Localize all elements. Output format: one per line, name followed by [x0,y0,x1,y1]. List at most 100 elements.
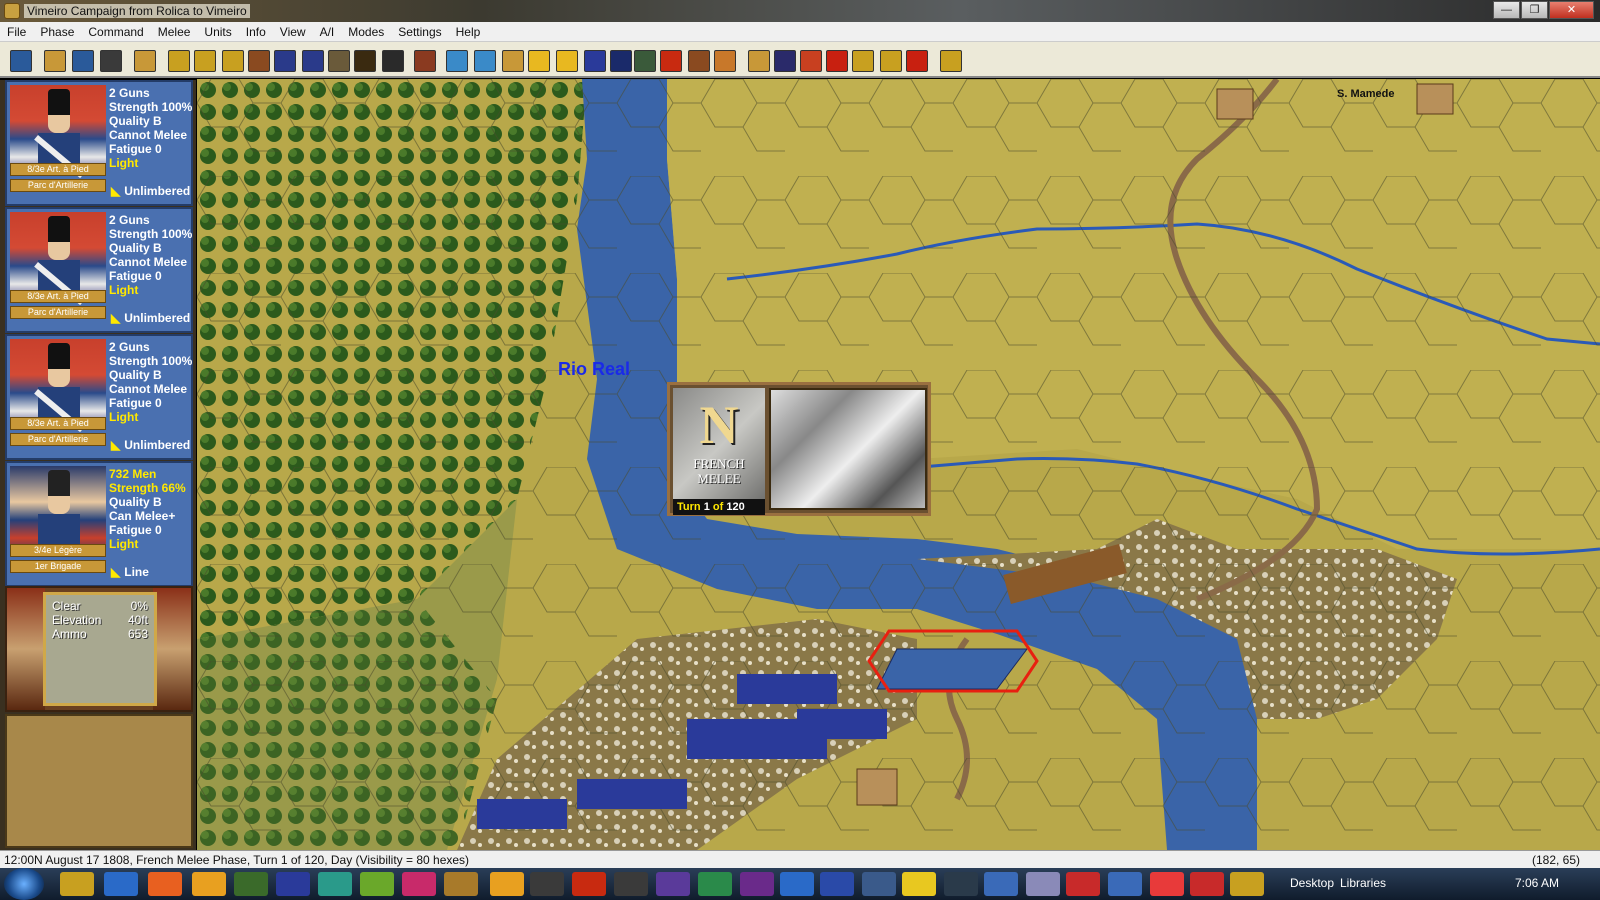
lc-icon[interactable] [780,872,814,896]
windows-taskbar: Desktop Libraries 7:06 AM [0,868,1600,900]
star-icon[interactable] [556,50,578,72]
menu-bar: File Phase Command Melee Units Info View… [0,22,1600,42]
fc-icon[interactable] [530,872,564,896]
target-icon[interactable] [826,50,848,72]
ring-icon[interactable] [880,50,902,72]
desktop-toolbar[interactable]: Desktop [1290,876,1334,890]
portrait-icon[interactable] [414,50,436,72]
explorer2-icon[interactable] [902,872,936,896]
photoshop-icon[interactable] [276,872,310,896]
building [856,768,898,806]
cp-icon[interactable] [698,872,732,896]
window-controls: — ❐ ✕ [1493,1,1594,19]
msn-icon[interactable] [862,872,896,896]
terrain-icon[interactable] [328,50,350,72]
weather-icon[interactable] [1108,872,1142,896]
firefox-icon[interactable] [148,872,182,896]
system-clock[interactable]: 7:06 AM [1515,876,1559,890]
minimize-button[interactable]: — [1493,1,1520,19]
fire-icon[interactable] [800,50,822,72]
menu-phase[interactable]: Phase [33,22,81,41]
menu-info[interactable]: Info [239,22,273,41]
list-icon[interactable] [502,50,524,72]
terrain-minimap[interactable]: Clear 0% Elevation 40ft Ammo 653 [43,592,157,706]
road-icon[interactable] [634,50,656,72]
help-icon[interactable] [940,50,962,72]
app-icon[interactable] [192,872,226,896]
word-icon[interactable] [820,872,854,896]
clock-icon[interactable] [774,50,796,72]
flag-icon[interactable] [584,50,606,72]
status-bar: 12:00N August 17 1808, French Melee Phas… [0,850,1600,868]
unit-icon[interactable] [222,50,244,72]
menu-melee[interactable]: Melee [151,22,198,41]
token-icon[interactable] [748,50,770,72]
game-icon[interactable] [1150,872,1184,896]
open-icon[interactable] [72,50,94,72]
menu-file[interactable]: File [0,22,33,41]
moon-icon[interactable] [382,50,404,72]
night-icon[interactable] [354,50,376,72]
menu-command[interactable]: Command [81,22,150,41]
ie-icon[interactable] [104,872,138,896]
menu-help[interactable]: Help [449,22,488,41]
fb-icon[interactable] [614,872,648,896]
zoom-in-icon[interactable] [446,50,468,72]
indesign-icon[interactable] [402,872,436,896]
disk-icon[interactable] [100,50,122,72]
menu-modes[interactable]: Modes [341,22,391,41]
unit-formation: ◣ Unlimbered [111,184,191,198]
unit-stats: 2 Guns Strength 100% Quality B Cannot Melee… [109,213,193,297]
unit-icon[interactable] [194,50,216,72]
overlay-icon[interactable] [714,50,736,72]
save-icon[interactable] [44,50,66,72]
unit-icon[interactable] [168,50,190,72]
crosshair-icon[interactable] [660,50,682,72]
napoleon-icon[interactable] [1230,872,1264,896]
menu-view[interactable]: View [273,22,313,41]
dreamweaver-icon[interactable] [234,872,268,896]
formation-icon: ◣ [111,438,121,452]
app-icon[interactable] [4,3,20,19]
start-button[interactable] [4,868,44,900]
unit-card-3[interactable]: 8/3e Art. à Pied Parc d'Artillerie 2 Gun… [5,334,193,460]
unit-card-2[interactable]: 8/3e Art. à Pied Parc d'Artillerie 2 Gun… [5,207,193,333]
coin-icon[interactable] [528,50,550,72]
rec-icon[interactable] [1066,872,1100,896]
notes-icon[interactable] [984,872,1018,896]
menu-settings[interactable]: Settings [391,22,448,41]
stop-icon[interactable] [906,50,928,72]
steam-icon[interactable] [944,872,978,896]
illustrator-icon[interactable] [490,872,524,896]
info-icon[interactable] [134,50,156,72]
libraries-toolbar[interactable]: Libraries [1340,876,1386,890]
d-icon[interactable] [852,50,874,72]
center-map-icon[interactable] [10,50,32,72]
video-icon[interactable] [740,872,774,896]
phase-line-1: FRENCH [693,456,745,471]
unit-parent: Parc d'Artillerie [10,179,106,192]
fireworks-icon[interactable] [360,872,394,896]
close-button[interactable]: ✕ [1549,1,1594,19]
map-icon[interactable] [688,50,710,72]
grid-icon[interactable] [302,50,324,72]
bridge-icon[interactable] [444,872,478,896]
target-icon[interactable] [274,50,296,72]
maximize-button[interactable]: ❐ [1521,1,1548,19]
terrain-type-value: 0% [130,599,148,613]
leader-icon[interactable] [248,50,270,72]
itunes-icon[interactable] [1190,872,1224,896]
menu-units[interactable]: Units [197,22,238,41]
unit-card-1[interactable]: 8/3e Art. à Pied Parc d'Artillerie 2 Gun… [5,80,193,206]
acrobat-icon[interactable] [572,872,606,896]
dw-icon[interactable] [318,872,352,896]
calc-icon[interactable] [1026,872,1060,896]
status-text: 12:00N August 17 1808, French Melee Phas… [4,853,470,867]
arch-icon[interactable] [610,50,632,72]
zoom-out-icon[interactable] [474,50,496,72]
vs-icon[interactable] [656,872,690,896]
menu-ai[interactable]: A/I [313,22,342,41]
explorer-icon[interactable] [60,872,94,896]
unit-parent: Parc d'Artillerie [10,306,106,319]
unit-card-4[interactable]: 3/4e Légère 1er Brigade 732 Men Strength … [5,461,193,587]
